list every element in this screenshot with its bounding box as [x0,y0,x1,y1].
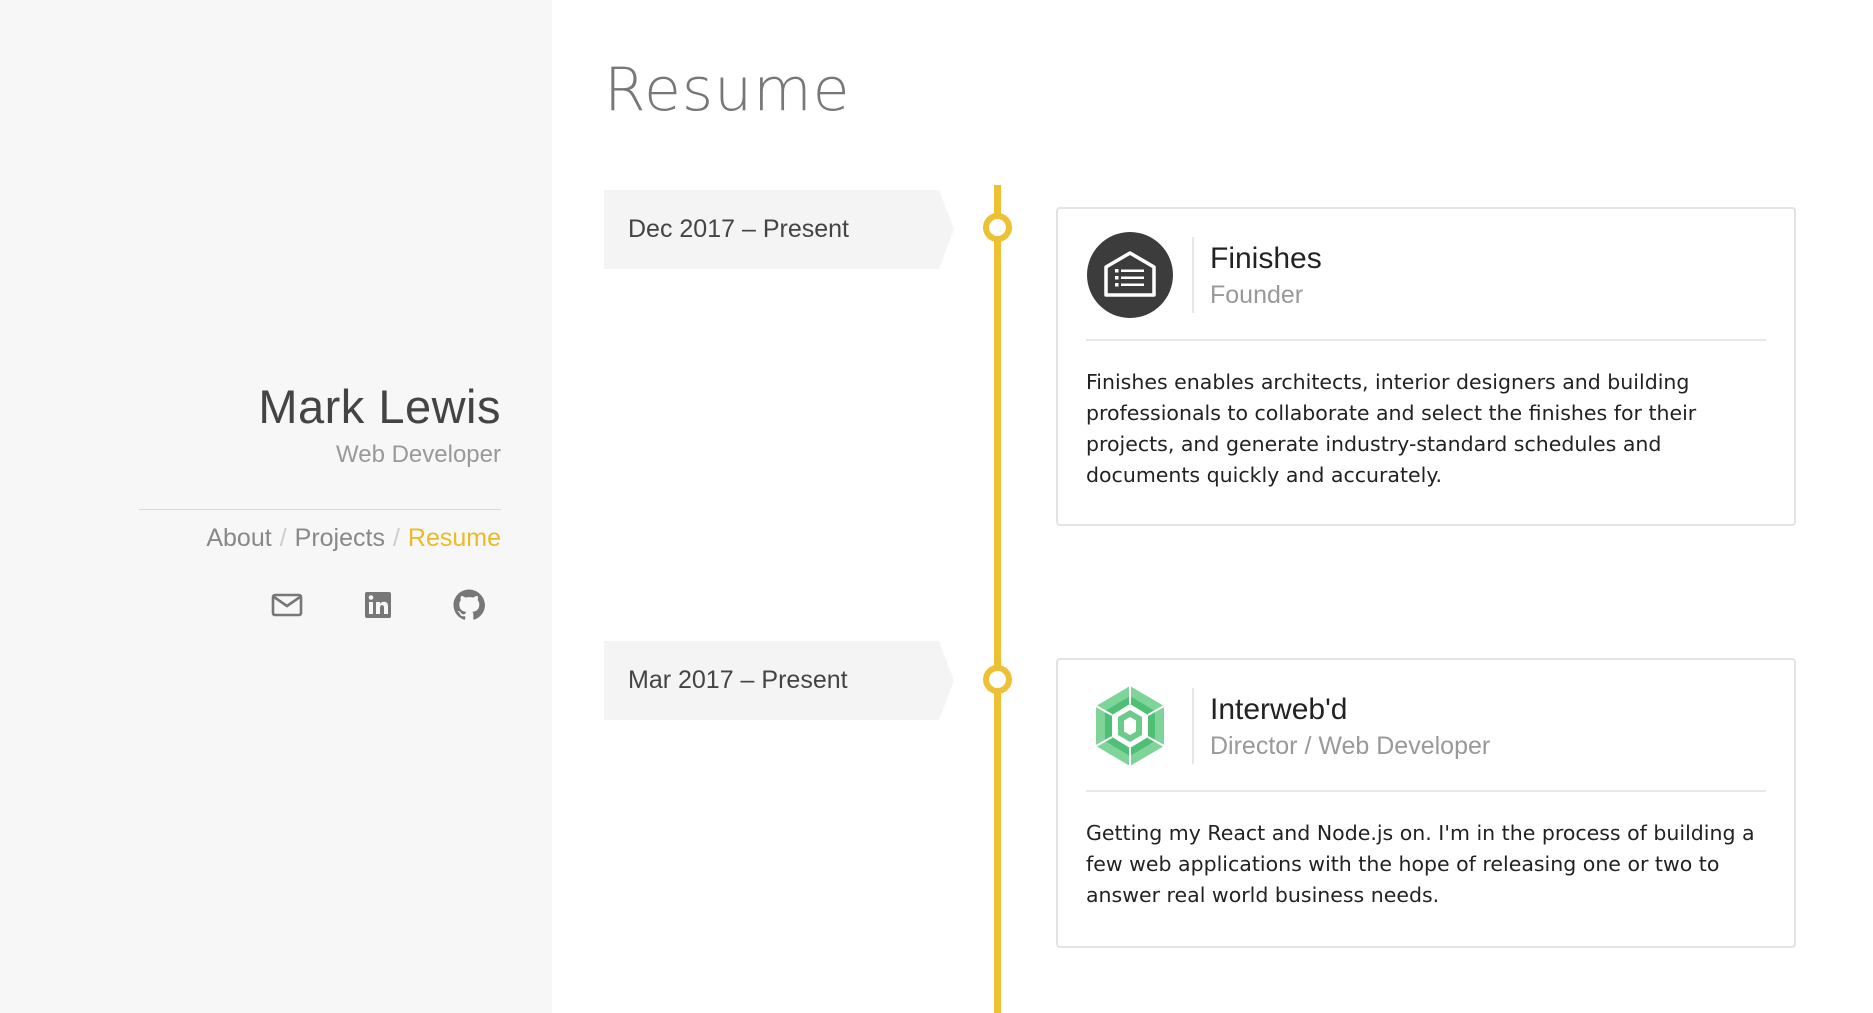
main-content: Resume Dec 2017 – Present Finishes Found… [552,0,1873,1013]
timeline-line [994,185,1001,1013]
company-info: Interweb'd Director / Web Developer [1210,692,1490,761]
entry-card: Finishes Founder Finishes enables archit… [1056,207,1796,526]
sidebar-divider [139,509,501,510]
sidebar: Mark Lewis Web Developer About / Projects /… [0,0,552,1013]
job-position: Director / Web Developer [1210,731,1491,760]
entry-card: Interweb'd Director / Web Developer Gett… [1056,658,1796,948]
profile-name: Mark Lewis [258,380,501,433]
card-divider [1086,790,1766,792]
page-title: Resume [604,55,851,125]
timeline-dot [983,665,1012,694]
nav-resume[interactable]: Resume [408,524,501,552]
job-description: Finishes enables architects, interior de… [1086,370,1697,487]
job-description: Getting my React and Node.js on. I'm in … [1086,821,1755,907]
nav-about[interactable]: About [206,524,271,552]
nav-separator: / [279,524,287,552]
profile-role: Web Developer [336,441,501,468]
header-divider [1192,237,1194,313]
company-name: Finishes [1210,241,1322,275]
nav-separator: / [392,524,400,552]
social-links [139,587,501,623]
job-position: Founder [1210,280,1304,309]
card-header: Interweb'd Director / Web Developer [1086,682,1766,770]
entry-date: Dec 2017 – Present [604,190,954,269]
card-header: Finishes Founder [1086,231,1766,319]
card-divider [1086,339,1766,341]
company-name: Interweb'd [1210,692,1348,726]
main-nav: About / Projects / Resume [139,524,501,553]
linkedin-icon[interactable] [360,587,396,623]
header-divider [1192,688,1194,764]
mail-icon[interactable] [269,587,305,623]
company-info: Finishes Founder [1210,241,1322,310]
interwebd-logo-icon [1086,682,1174,770]
profile: Mark Lewis Web Developer About / Projects /… [139,379,501,623]
timeline-dot [983,213,1012,242]
nav-projects[interactable]: Projects [295,524,385,552]
entry-date: Mar 2017 – Present [604,641,954,720]
finishes-logo-icon [1086,231,1174,319]
github-icon[interactable] [451,587,487,623]
